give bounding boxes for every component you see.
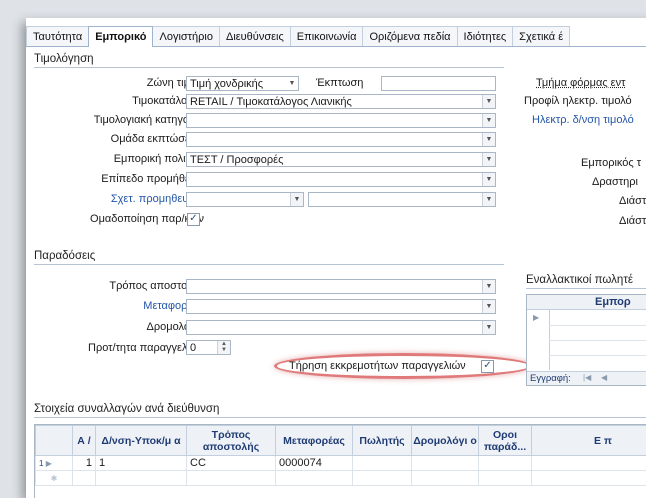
deliveries-section-title: Παραδόσεις [34,250,95,262]
tab-commercial[interactable]: Εμπορικό [88,26,153,47]
discount-input[interactable] [381,76,496,91]
tab-custom-fields[interactable]: Οριζόμενα πεδία [362,26,457,46]
row-pointer-icon: ▶ [46,459,52,468]
table-row-new[interactable]: ✱ [36,471,646,486]
related-supplier-select-1[interactable]: ▼ [186,192,304,207]
deliveries-divider [34,264,504,265]
commercial-policy-value: ΤΕΣΤ / Προσφορές [190,154,283,166]
chevron-down-icon[interactable]: ▼ [482,193,495,206]
cell-carrier[interactable]: 0000074 [276,456,353,471]
chevron-down-icon[interactable]: ▼ [482,321,495,334]
e-invoice-address-label: Ηλεκτρ. δ/νση τιμολό [532,114,634,126]
cell-terms[interactable] [479,456,532,471]
column-header[interactable]: Τρόπος αποστολής [187,426,276,456]
invoice-category-select[interactable]: ▼ [186,113,496,128]
spinner-icon[interactable]: ▲▼ [217,341,230,354]
price-zone-select[interactable]: Τιμή χονδρικής ▼ [186,76,299,91]
alt-sellers-header: Εμπορ [527,295,646,310]
tab-properties[interactable]: Ιδιότητες [457,26,514,46]
tab-related[interactable]: Σχετικά έ [512,26,570,46]
grid-line [549,355,646,356]
cell-seller[interactable] [353,456,412,471]
new-row-icon: ✱ [36,471,73,486]
commercial-policy-select[interactable]: ΤΕΣΤ / Προσφορές ▼ [186,152,496,167]
price-list-select[interactable]: RETAIL / Τιμοκατάλογος Λιανικής ▼ [186,94,496,109]
chevron-down-icon[interactable]: ▼ [482,173,495,186]
alt-sellers-title: Εναλλακτικοί πωλητέ [526,274,633,286]
e-invoice-profile-label: Προφίλ ηλεκτρ. τιμολό [524,95,632,107]
tab-addresses[interactable]: Διευθύνσεις [219,26,291,46]
item-grouping-checkbox[interactable]: ✓ [187,213,200,226]
commission-level-select[interactable]: ▼ [186,172,496,187]
cell-address[interactable]: 1 [96,456,187,471]
chevron-down-icon[interactable]: ▼ [482,300,495,313]
form-section-label[interactable]: Τμήμα φόρμας εντ [536,77,625,89]
record-label: Εγγραφή: [530,373,571,384]
related-supplier-select-2[interactable]: ▼ [308,192,496,207]
tab-identity[interactable]: Ταυτότητα [26,26,89,46]
discount-group-select[interactable]: ▼ [186,132,496,147]
tab-accounting[interactable]: Λογιστήριο [152,26,219,46]
tab-bar: Ταυτότητα Εμπορικό Λογιστήριο Διευθύνσει… [26,26,646,47]
chevron-down-icon[interactable]: ▼ [290,193,303,206]
chevron-down-icon[interactable]: ▼ [482,95,495,108]
column-header[interactable]: Α / [73,426,96,456]
route-select[interactable]: ▼ [186,320,496,335]
cell-a[interactable]: 1 [73,456,96,471]
alt-sellers-row-selector: ▶ [527,310,550,370]
dimension-2-label: Διάστ [619,215,646,227]
shipping-method-select[interactable]: ▼ [186,279,496,294]
order-priority-value: 0 [190,342,196,354]
highlight-ellipse [274,353,532,379]
chevron-down-icon[interactable]: ▼ [482,133,495,146]
alt-sellers-navigator: Εγγραφή: |◀ ◀ [527,371,646,385]
customer-form-window: Ταυτότητα Εμπορικό Λογιστήριο Διευθύνσει… [26,18,646,498]
row-pointer-icon: ▶ [533,313,539,322]
dimension-1-label: Διάστ [619,195,646,207]
transactions-section-title: Στοιχεία συναλλαγών ανά διεύθυνση [34,403,219,415]
prev-record-icon[interactable]: ◀ [601,373,607,382]
transactions-divider [34,417,646,418]
grid-line [549,325,646,326]
activity-label: Δραστηρι [592,176,638,188]
column-header[interactable]: Δ/νση-Υποκ/μ α [96,426,187,456]
chevron-down-icon[interactable]: ▼ [482,114,495,127]
chevron-down-icon[interactable]: ▼ [482,153,495,166]
row-number: 1 [39,459,43,468]
cell-route[interactable] [412,456,479,471]
tab-contact[interactable]: Επικοινωνία [290,26,364,46]
pricing-divider [34,67,504,68]
alt-sellers-divider [526,288,646,289]
commercial-rep-label: Εμπορικός τ [581,157,641,169]
price-zone-value: Τιμή χονδρικής [190,78,263,90]
transactions-grid[interactable]: Α / Δ/νση-Υποκ/μ α Τρόπος αποστολής Μετα… [34,424,646,498]
grid-line [549,340,646,341]
column-header[interactable]: Ε π [532,426,646,456]
pricing-section-title: Τιμολόγηση [34,53,94,65]
discount-label: Έκπτωση [316,77,363,89]
row-selector[interactable]: 1 ▶ [36,456,73,471]
cell-shipping[interactable]: CC [187,456,276,471]
order-priority-spinner[interactable]: 0 ▲▼ [186,340,231,355]
first-record-icon[interactable]: |◀ [583,373,591,382]
carrier-select[interactable]: ▼ [186,299,496,314]
column-header[interactable]: Μεταφορέας [276,426,353,456]
row-selector-header [36,426,73,456]
alt-sellers-column-header: Εμπορ [595,296,631,308]
column-header[interactable]: Δρομολόγι ο [412,426,479,456]
price-list-value: RETAIL / Τιμοκατάλογος Λιανικής [190,96,352,108]
chevron-down-icon[interactable]: ▼ [286,77,298,90]
column-header[interactable]: Οροι παράδ... [479,426,532,456]
alt-sellers-grid[interactable]: Εμπορ ▶ Εγγραφή: |◀ ◀ [526,294,646,386]
chevron-down-icon[interactable]: ▼ [482,280,495,293]
column-header[interactable]: Πωλητής [353,426,412,456]
cell-extra[interactable] [532,456,646,471]
table-row[interactable]: 1 ▶ 1 1 CC 0000074 [36,456,646,471]
